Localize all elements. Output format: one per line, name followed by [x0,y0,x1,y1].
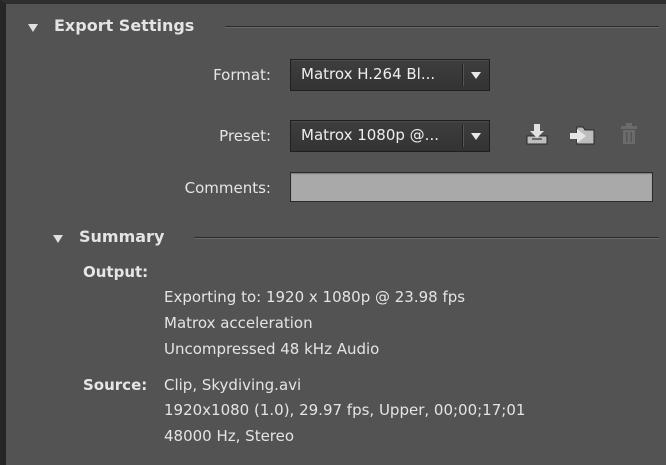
output-line: Exporting to: 1920 x 1080p @ 23.98 fps [164,288,466,306]
source-line: 48000 Hz, Stereo [164,427,295,445]
export-settings-panel: Export Settings Format: Matrox H.264 Bl.… [0,0,666,465]
delete-preset-icon[interactable] [618,122,640,146]
chevron-down-icon [471,133,481,140]
save-preset-icon[interactable] [524,122,550,146]
collapse-triangle-icon[interactable] [28,24,38,32]
format-dropdown-value: Matrox H.264 Bl... [301,65,436,83]
chevron-down-icon [471,72,481,79]
output-label: Output: [83,263,149,281]
source-line: Clip, Skydiving.avi [164,376,302,394]
collapse-triangle-icon[interactable] [53,235,63,243]
section-divider [225,26,659,28]
source-line: 1920x1080 (1.0), 29.97 fps, Upper, 00;00… [164,401,526,419]
dropdown-separator [462,64,464,86]
summary-title[interactable]: Summary [79,227,164,246]
section-divider [194,237,659,239]
source-label: Source: [83,376,148,394]
preset-dropdown-value: Matrox 1080p @... [301,126,439,144]
import-preset-icon[interactable] [568,122,596,146]
format-label: Format: [213,66,271,84]
dropdown-separator [462,125,464,147]
output-line: Matrox acceleration [164,314,313,332]
export-settings-title[interactable]: Export Settings [54,16,194,35]
preset-label: Preset: [219,127,271,145]
format-dropdown[interactable]: Matrox H.264 Bl... [290,59,490,91]
preset-dropdown[interactable]: Matrox 1080p @... [290,120,490,152]
output-line: Uncompressed 48 kHz Audio [164,340,380,358]
comments-label: Comments: [184,179,271,197]
comments-field[interactable] [290,172,653,202]
